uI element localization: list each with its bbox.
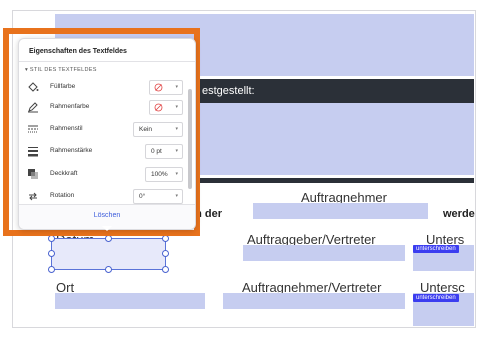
resize-handle-n[interactable] <box>105 235 112 242</box>
border-color-label: Rahmenfarbe <box>50 103 90 110</box>
chevron-down-icon: ▾ <box>175 126 178 132</box>
opacity-icon <box>28 169 38 179</box>
panel-scrollbar[interactable] <box>188 89 192 189</box>
paint-bucket-icon <box>28 82 39 92</box>
border-style-label: Rahmenstil <box>50 125 83 132</box>
panel-pointer <box>102 226 112 231</box>
rotation-label: Rotation <box>50 192 75 199</box>
fill-color-label: Füllfarbe <box>50 83 76 90</box>
sign-badge-2[interactable]: unterschreiben <box>413 294 459 302</box>
border-width-select[interactable]: 0 pt ▾ <box>145 144 183 159</box>
client-rep-field[interactable] <box>243 245 405 261</box>
textfield-properties-panel: Eigenschaften des Textfeldes ▾ STIL DES … <box>18 38 196 230</box>
row-fill-color: Füllfarbe ▾ <box>25 78 183 96</box>
caret-down-icon: ▾ <box>25 67 29 73</box>
fill-color-picker[interactable]: ▾ <box>149 80 183 95</box>
pen-border-icon <box>28 102 38 113</box>
sign-badge-1[interactable]: unterschreiben <box>413 245 459 253</box>
section-label: STIL DES TEXTFELDES <box>29 67 97 73</box>
resize-handle-s[interactable] <box>105 266 112 273</box>
divider-bar <box>196 178 474 183</box>
resize-handle-se[interactable] <box>162 266 169 273</box>
header-fragment: estgestellt: <box>202 85 255 97</box>
opacity-label: Deckkraft <box>50 170 78 177</box>
chevron-down-icon: ▾ <box>175 148 178 154</box>
chevron-down-icon: ▾ <box>175 193 178 199</box>
no-color-icon <box>154 103 163 112</box>
chevron-down-icon: ▾ <box>175 171 178 177</box>
resize-handle-sw[interactable] <box>48 266 55 273</box>
border-style-icon <box>28 125 38 133</box>
resize-handle-nw[interactable] <box>48 235 55 242</box>
row-opacity: Deckkraft 100% ▾ <box>25 165 183 183</box>
row-border-style: Rahmenstil Kein ▾ <box>25 120 183 138</box>
rotate-icon <box>29 192 37 201</box>
opacity-value: 100% <box>151 171 168 178</box>
no-color-icon <box>154 83 163 92</box>
opacity-select[interactable]: 100% ▾ <box>145 167 183 182</box>
row-border-width: Rahmenstärke 0 pt ▾ <box>25 142 183 160</box>
place-field[interactable] <box>55 293 205 309</box>
contractor-rep-field[interactable] <box>223 293 405 309</box>
border-style-select[interactable]: Kein ▾ <box>133 122 183 137</box>
form-field-middle[interactable] <box>196 103 474 175</box>
chevron-down-icon: ▾ <box>175 84 178 90</box>
contractor-field[interactable] <box>253 203 428 219</box>
section-header-bar: estgestellt: <box>196 79 474 103</box>
bold-text-right: werde <box>443 208 475 220</box>
rotation-select[interactable]: 0° ▾ <box>133 189 183 204</box>
resize-handle-e[interactable] <box>162 250 169 257</box>
section-header[interactable]: ▾ STIL DES TEXTFELDES <box>25 67 97 73</box>
border-style-value: Kein <box>139 126 153 133</box>
border-color-picker[interactable]: ▾ <box>149 100 183 115</box>
rotation-value: 0° <box>139 193 146 200</box>
panel-divider <box>19 61 195 62</box>
delete-button[interactable]: Löschen <box>19 212 195 219</box>
resize-handle-w[interactable] <box>48 250 55 257</box>
border-width-icon <box>28 147 38 157</box>
border-width-value: 0 pt <box>151 148 162 155</box>
chevron-down-icon: ▾ <box>175 104 178 110</box>
row-border-color: Rahmenfarbe ▾ <box>25 98 183 116</box>
resize-handle-ne[interactable] <box>162 235 169 242</box>
border-width-label: Rahmenstärke <box>50 147 93 154</box>
row-rotation: Rotation 0° ▾ <box>25 187 183 205</box>
panel-title: Eigenschaften des Textfeldes <box>29 48 127 55</box>
